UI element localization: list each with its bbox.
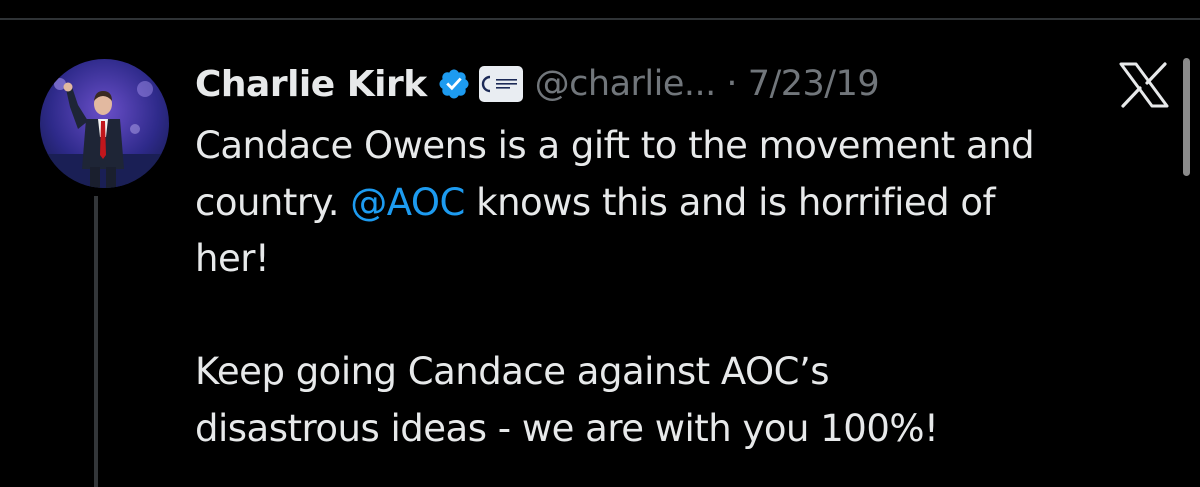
verified-badge-icon [437,67,471,101]
author-name[interactable]: Charlie Kirk [195,64,427,105]
tweet-text-segment: country. [195,180,351,224]
tweet-text-segment: knows this and is horrified of [464,180,996,224]
author-handle[interactable]: @charlie... · 7/23/19 [534,64,880,104]
avatar-photo [40,59,169,188]
x-logo-icon [1118,62,1170,108]
thread-line [94,196,98,487]
tweet-text-line: her! [195,237,270,280]
avatar[interactable] [40,59,169,188]
meta-separator: · [726,64,738,104]
tweet-text-line: Candace Owens is a gift to the movement … [195,124,1035,167]
tweet-text-line: disastrous ideas - we are with you 100%! [195,406,939,450]
mention-link[interactable]: @AOC [350,181,465,224]
tweet-text: Candace Owens is a gift to the movement … [195,118,1180,457]
top-divider [0,18,1200,20]
handle-text: @charlie... [534,64,717,104]
scrollbar-thumb[interactable] [1183,58,1190,176]
tweet-date[interactable]: 7/23/19 [748,64,880,104]
tweet-text-line: country. @AOC knows this and is horrifie… [195,175,1180,232]
paragraph-break [195,288,1180,345]
tweet-text-line: Keep going Candace against AOC’s [195,350,830,393]
tweet-header: Charlie Kirk @charlie... · 7/23/19 [195,56,880,112]
turning-point-usa-logo-icon[interactable] [478,66,523,102]
